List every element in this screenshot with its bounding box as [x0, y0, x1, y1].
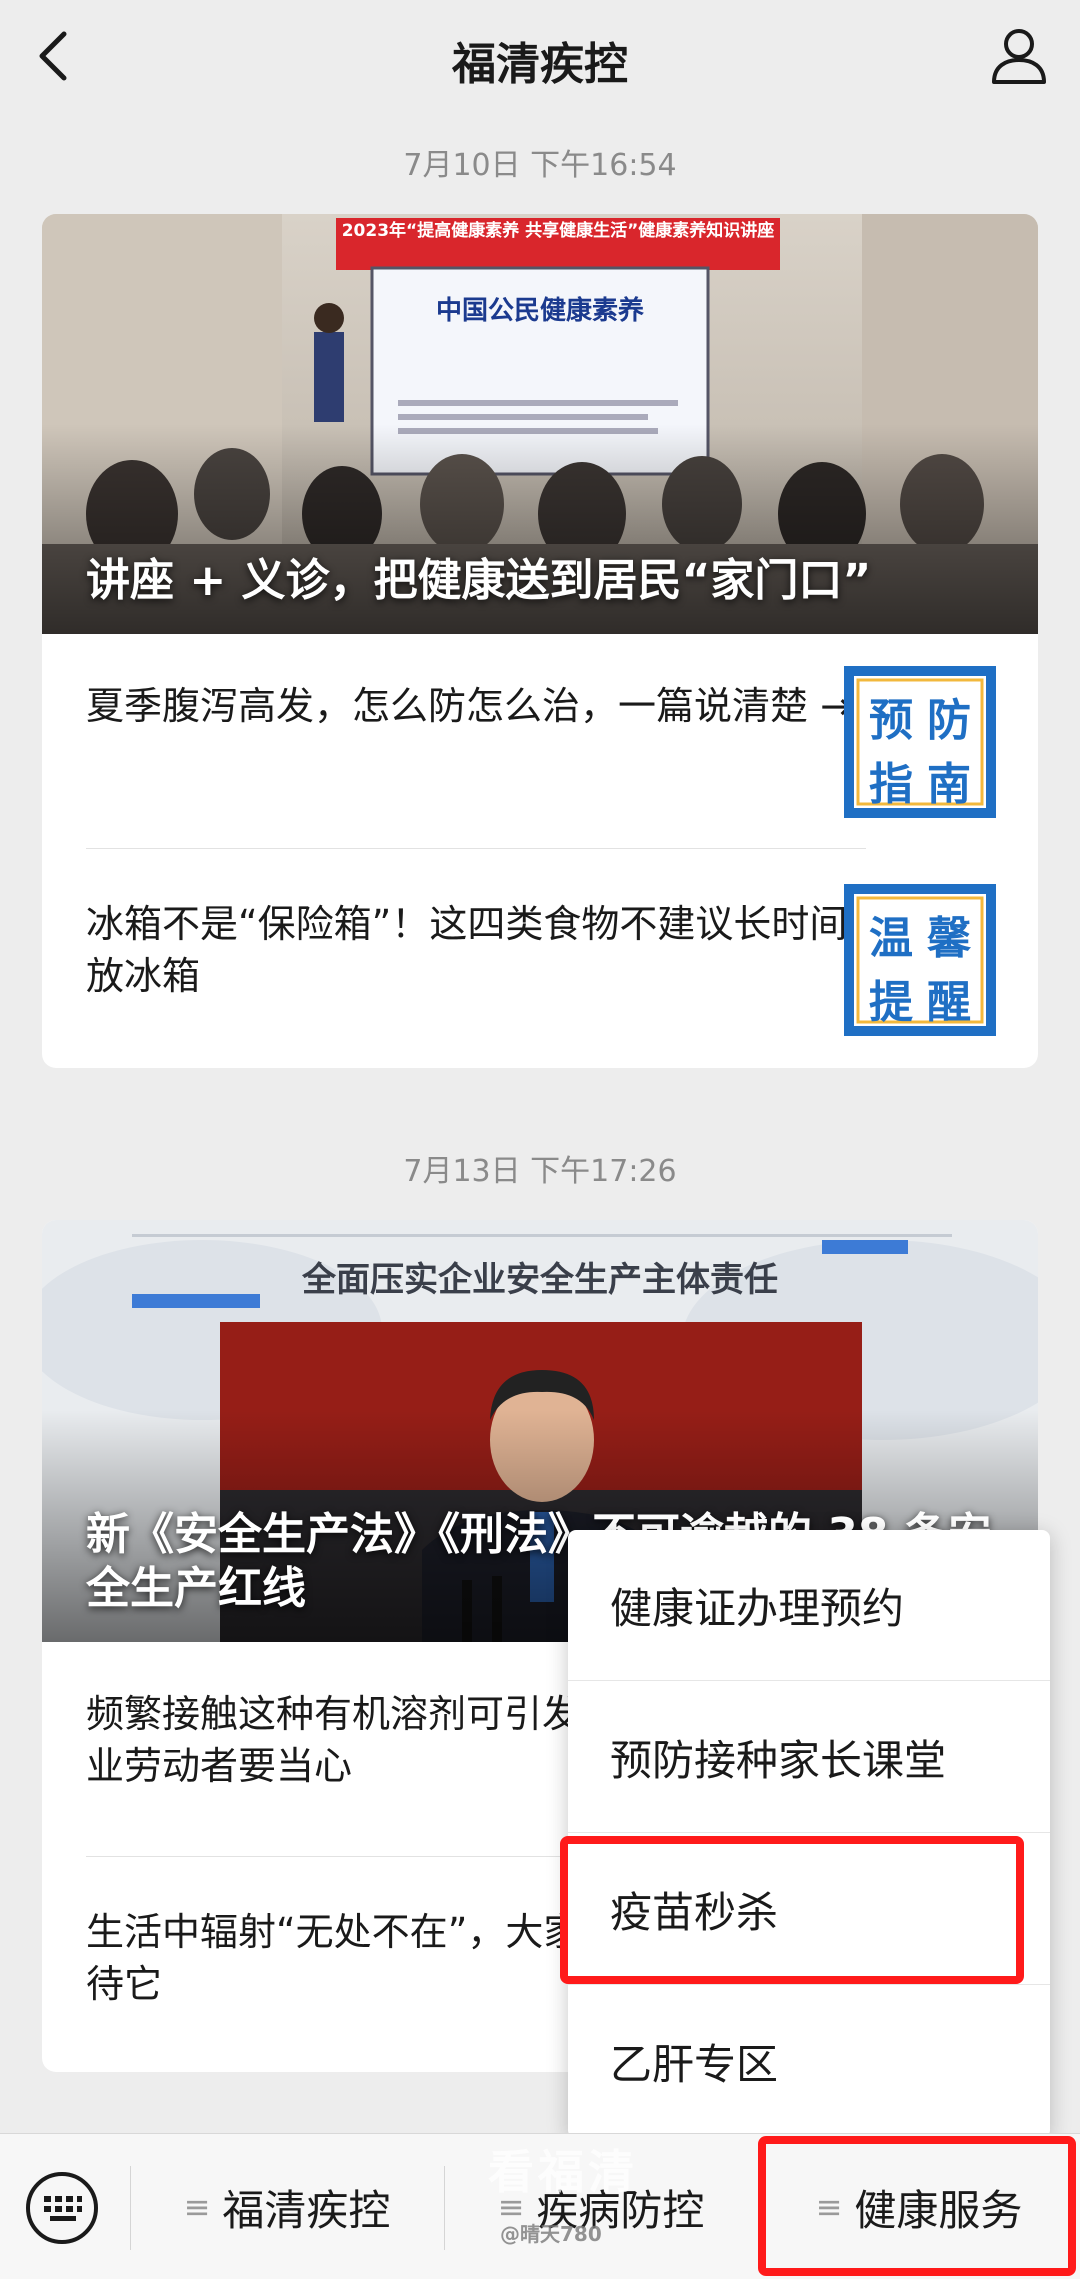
bottom-menu-bar: ≡ 福清疾控 ≡ 疾病防控 ≡ 健康服务	[0, 2133, 1080, 2279]
thumb-text: 温 馨 提 醒	[844, 884, 996, 1036]
list-item[interactable]: 夏季腹泻高发，怎么防怎么治，一篇说清楚 → 预 防 指 南	[42, 634, 1038, 830]
submenu-divider	[568, 1832, 1050, 1833]
list-item-title: 冰箱不是“保险箱”！这四类食物不建议长时间放冰箱	[86, 902, 848, 998]
submenu-item-vaccine-flash-sale[interactable]: 疫苗秒杀	[568, 1834, 1050, 1984]
hamburger-icon: ≡	[497, 2188, 525, 2226]
thumb-char: 提	[869, 977, 913, 1028]
profile-button[interactable]	[986, 22, 1052, 88]
tab-label: 健康服务	[854, 2185, 1023, 2235]
tab-health-service[interactable]: ≡ 健康服务	[758, 2134, 1080, 2279]
hero-caption: 讲座 + 义诊，把健康送到居民“家门口”	[86, 555, 872, 606]
submenu-item-vaccination-class[interactable]: 预防接种家长课堂	[568, 1682, 1050, 1832]
submenu-item-health-certificate[interactable]: 健康证办理预约	[568, 1530, 1050, 1680]
hero-banner: 全面压实企业安全生产主体责任	[302, 1260, 778, 1300]
top-navigation-bar: 福清疾控	[0, 0, 1080, 112]
message-timestamp: 7月13日 下午17:26	[403, 1154, 677, 1189]
keyboard-toggle-button[interactable]	[24, 2170, 100, 2246]
hero-banner: 2023年“提高健康素养 共享健康生活”健康素养知识讲座	[341, 221, 775, 241]
hamburger-icon: ≡	[815, 2188, 843, 2226]
thumb-text: 预 防 指 南	[844, 666, 996, 818]
hero-article[interactable]: 2023年“提高健康素养 共享健康生活”健康素养知识讲座 中国公民健康素养 讲座…	[42, 214, 1038, 634]
thumb-char: 南	[927, 759, 971, 810]
article-card: 2023年“提高健康素养 共享健康生活”健康素养知识讲座 中国公民健康素养 讲座…	[42, 214, 1038, 1068]
page-title: 福清疾控	[452, 39, 628, 90]
thumb-char: 防	[927, 695, 971, 746]
hamburger-icon: ≡	[183, 2188, 211, 2226]
submenu-divider	[568, 1984, 1050, 1985]
list-item-title: 夏季腹泻高发，怎么防怎么治，一篇说清楚 →	[86, 684, 852, 728]
submenu-item-hepatitis-b[interactable]: 乙肝专区	[568, 1986, 1050, 2136]
message-timestamp: 7月10日 下午16:54	[403, 148, 677, 183]
submenu-divider	[568, 1680, 1050, 1681]
thumb-char: 指	[869, 759, 913, 810]
tab-label: 福清疾控	[222, 2185, 391, 2235]
thumb-char: 醒	[927, 977, 971, 1028]
profile-icon	[992, 29, 1046, 84]
hero-screen-text: 中国公民健康素养	[435, 296, 644, 326]
list-item[interactable]: 冰箱不是“保险箱”！这四类食物不建议长时间放冰箱 温 馨 提 醒	[42, 852, 1038, 1048]
thumb-char: 馨	[927, 913, 971, 964]
keyboard-icon	[26, 2172, 98, 2244]
divider	[86, 848, 866, 849]
tab-label: 疾病防控	[536, 2185, 705, 2235]
thumb-char: 预	[869, 695, 913, 746]
tab-fuqing-cdc[interactable]: ≡ 福清疾控	[130, 2134, 444, 2279]
thumb-char: 温	[869, 913, 913, 964]
tab-disease-control[interactable]: ≡ 疾病防控	[444, 2134, 758, 2279]
health-service-submenu: 健康证办理预约 预防接种家长课堂 疫苗秒杀 乙肝专区	[568, 1530, 1050, 2138]
